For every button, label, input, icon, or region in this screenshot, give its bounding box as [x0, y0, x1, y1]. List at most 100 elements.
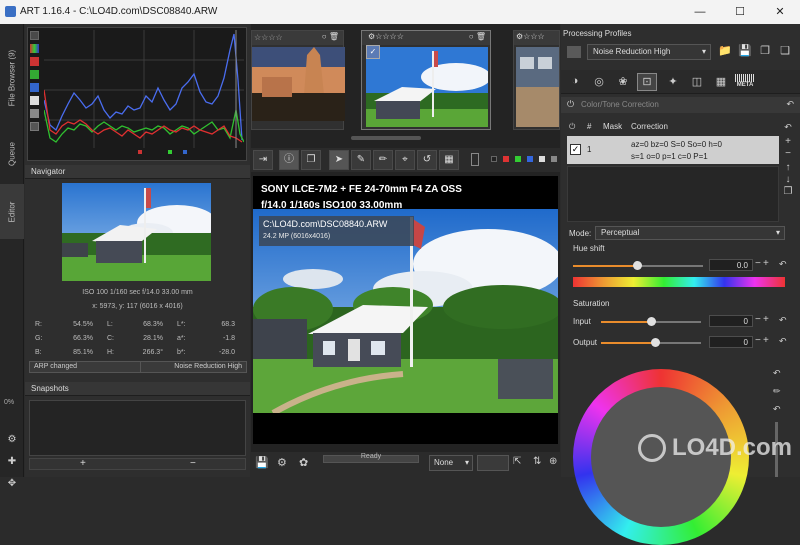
table-reset-icon[interactable]: ↶ [781, 122, 795, 133]
filmstrip-thumb-1[interactable]: ☆☆☆☆ ○ 🗑 [251, 30, 345, 130]
tab-effects-icon[interactable]: ✦ [665, 75, 681, 88]
hue-shift-plus[interactable]: + [763, 258, 769, 269]
minimize-button[interactable]: — [680, 0, 720, 24]
copy-profile-icon[interactable]: ❐ [757, 44, 773, 57]
input-slider-knob[interactable] [647, 317, 656, 326]
histogram-rgb-icon[interactable] [30, 44, 39, 53]
input-value-field[interactable]: 0 [709, 315, 753, 327]
output-slider-knob[interactable] [651, 338, 660, 347]
histogram-luma-icon[interactable] [30, 96, 39, 105]
histogram-red-icon[interactable] [30, 57, 39, 66]
hue-shift-reset-icon[interactable]: ↶ [779, 259, 787, 270]
hue-shift-slider[interactable] [573, 261, 703, 270]
input-plus[interactable]: + [763, 314, 769, 325]
reset-tool-icon[interactable]: ↶ [786, 99, 794, 110]
zoom-100-icon[interactable]: ⇅ [533, 456, 541, 467]
save-profile-icon[interactable]: 💾 [737, 44, 753, 57]
tab-local-adjustments[interactable]: ⊡ [637, 73, 657, 91]
history-row[interactable]: ARP changed Noise Reduction High [29, 361, 247, 373]
hand-tool-icon[interactable]: ➤ [329, 150, 349, 170]
crop-icon[interactable]: ⌖ [395, 150, 415, 170]
histogram-blue-icon[interactable] [30, 83, 39, 92]
remove-correction-icon[interactable]: − [781, 148, 795, 159]
channel-luma-icon[interactable] [539, 156, 545, 162]
output-plus[interactable]: + [763, 335, 769, 346]
color-picker-icon[interactable]: ✏ [373, 150, 393, 170]
thumb-2-trash-icon[interactable]: ○ 🗑 [469, 32, 486, 41]
close-button[interactable]: ✕ [760, 0, 800, 24]
histogram-green-icon[interactable] [30, 70, 39, 79]
thumb-1-trash-icon[interactable]: ○ 🗑 [322, 32, 339, 41]
channel-red-icon[interactable] [503, 156, 509, 162]
navigator-preview[interactable] [62, 183, 211, 281]
input-reset-icon[interactable]: ↶ [779, 315, 787, 326]
tab-color-icon[interactable]: ❀ [615, 75, 631, 88]
channel-black-icon[interactable] [491, 156, 497, 162]
histogram-raw-icon[interactable] [30, 122, 39, 131]
filmstrip-thumb-3[interactable]: ⚙☆☆☆ [513, 30, 560, 130]
fullscreen-icon[interactable]: ✚ [4, 456, 20, 467]
tab-queue[interactable]: Queue [0, 129, 24, 179]
input-slider[interactable] [601, 317, 701, 326]
info-icon[interactable]: ⓘ [279, 150, 299, 170]
filmstrip-thumb-2-selected[interactable]: ⚙☆☆☆☆ ○ 🗑 ✓ [361, 30, 491, 130]
move-icon[interactable]: ✥ [4, 478, 20, 489]
add-correction-icon[interactable]: + [781, 136, 795, 147]
tool-header[interactable]: ⏻ Color/Tone Correction ↶ [561, 97, 800, 113]
grid-icon[interactable]: ▦ [439, 150, 459, 170]
straighten-icon[interactable]: ↺ [417, 150, 437, 170]
move-up-icon[interactable]: ↑ [781, 162, 795, 173]
power-icon[interactable]: ⏻ [567, 99, 574, 110]
before-after-icon[interactable]: ❐ [301, 150, 321, 170]
queue-settings-icon[interactable]: ⚙ [277, 456, 287, 469]
wheel-picker-icon[interactable]: ✏ [773, 386, 781, 397]
output-slider[interactable] [601, 338, 701, 347]
hue-shift-minus[interactable]: − [755, 258, 761, 269]
correction-row[interactable]: ✓ 1 az=0 bz=0 S=0 So=0 h=0 s=1 o=0 p=1 c… [567, 136, 779, 164]
preferences-icon[interactable]: ⚙ [4, 434, 20, 445]
tab-exposure-icon[interactable]: ◑ [567, 75, 583, 87]
zoom-in-icon[interactable]: ⊕ [549, 456, 557, 467]
hide-left-panel-icon[interactable]: ⇥ [253, 150, 273, 170]
paste-profile-icon[interactable]: ❑ [777, 44, 793, 57]
mode-dropdown[interactable]: Perceptual ▾ [595, 226, 785, 240]
preview-mode-icon[interactable] [471, 153, 479, 166]
output-minus[interactable]: − [755, 335, 761, 346]
input-minus[interactable]: − [755, 314, 761, 325]
hue-shift-input[interactable]: 0.0 [709, 259, 753, 271]
open-profile-icon[interactable]: 📁 [717, 44, 733, 57]
output-value-field[interactable]: 0 [709, 336, 753, 348]
histogram-chroma-icon[interactable] [30, 109, 39, 118]
thumb-2-checkbox[interactable]: ✓ [366, 45, 380, 59]
channel-blue-icon[interactable] [527, 156, 533, 162]
zoom-fit-icon[interactable]: ⇱ [513, 456, 521, 467]
filmstrip-scrollbar[interactable] [351, 136, 421, 140]
remove-snapshot-button[interactable]: − [190, 458, 196, 469]
output-reset-icon[interactable]: ↶ [779, 336, 787, 347]
add-snapshot-button[interactable]: + [80, 458, 86, 469]
tab-metadata[interactable]: META [735, 74, 755, 90]
maximize-button[interactable]: ☐ [720, 0, 760, 24]
move-down-icon[interactable]: ↓ [781, 174, 795, 185]
external-editor-icon[interactable]: ✿ [299, 456, 308, 469]
tab-file-browser[interactable]: File Browser (9) [0, 32, 24, 124]
profile-dropdown[interactable]: Noise Reduction High ▾ [587, 44, 711, 60]
save-image-icon[interactable]: 💾 [255, 456, 269, 469]
histogram-mode-icon[interactable] [30, 31, 39, 40]
tab-transform-icon[interactable]: ◫ [689, 75, 705, 88]
snapshots-list[interactable] [29, 400, 246, 456]
color-profile-dropdown[interactable]: None ▾ [429, 455, 473, 471]
tab-raw-icon[interactable]: ▦ [713, 75, 729, 88]
tab-detail-icon[interactable]: ◎ [591, 75, 607, 88]
duplicate-correction-icon[interactable]: ❐ [781, 186, 795, 197]
tab-editor[interactable]: Editor [0, 184, 24, 239]
channel-green-icon[interactable] [515, 156, 521, 162]
correction-row-checkbox[interactable]: ✓ [570, 144, 581, 155]
softproof-button[interactable] [477, 455, 509, 471]
channel-focus-icon[interactable] [551, 156, 557, 162]
correction-list-area[interactable] [567, 166, 779, 222]
wheel-reset-2-icon[interactable]: ↶ [773, 404, 781, 415]
main-preview[interactable]: SONY ILCE-7M2 + FE 24-70mm F4 ZA OSS f/1… [253, 176, 558, 444]
hue-shift-slider-knob[interactable] [633, 261, 642, 270]
wheel-reset-icon[interactable]: ↶ [773, 368, 781, 379]
